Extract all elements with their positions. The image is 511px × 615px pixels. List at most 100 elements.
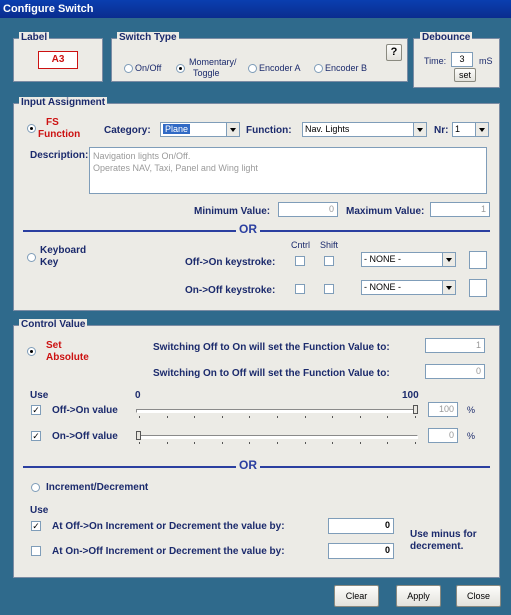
slider-tick	[305, 442, 306, 444]
slider-track	[136, 435, 418, 439]
label-toggle: Toggle	[193, 68, 220, 78]
radio-set-absolute[interactable]	[27, 347, 36, 356]
use-label-2: Use	[30, 505, 49, 516]
nr-select[interactable]: 1	[452, 122, 489, 137]
description-field[interactable]: Navigation lights On/Off. Operates NAV, …	[89, 147, 487, 194]
or-label-2: OR	[236, 458, 260, 472]
on-off-set-input[interactable]: 0	[425, 364, 485, 379]
maximum-value-input[interactable]: 1	[430, 202, 490, 217]
close-button[interactable]: Close	[456, 585, 501, 607]
on-off-keystroke-label: On->Off keystroke:	[185, 285, 276, 296]
off-on-shift-checkbox[interactable]	[324, 256, 334, 266]
off-on-keystroke-label: Off->On keystroke:	[185, 257, 276, 268]
inc-off-on-checkbox[interactable]: ✓	[31, 521, 41, 531]
on-off-value-slider[interactable]	[136, 428, 418, 446]
slider-tick	[194, 442, 195, 444]
increment-label: Increment/Decrement	[46, 482, 149, 493]
control-value-title: Control Value	[19, 319, 88, 330]
inc-off-on-input[interactable]: 0	[328, 518, 394, 534]
apply-button[interactable]: Apply	[396, 585, 441, 607]
description-line-2: Operates NAV, Taxi, Panel and Wing light	[93, 163, 258, 173]
percent-label-2: %	[467, 431, 476, 441]
or-label-1: OR	[236, 222, 260, 236]
slider-tick	[305, 416, 306, 418]
function-label: Function:	[246, 125, 292, 136]
category-value: Plane	[163, 124, 191, 134]
radio-on-off[interactable]	[124, 64, 133, 73]
description-label: Description:	[30, 150, 89, 161]
label-value-field[interactable]: A3	[38, 51, 78, 69]
off-on-value-label: Off->On value	[52, 405, 118, 416]
slider-tick	[360, 442, 361, 444]
on-off-set-label: Switching On to Off will set the Functio…	[153, 368, 390, 379]
cntrl-label: Cntrl	[291, 240, 311, 250]
category-select[interactable]: Plane	[160, 122, 240, 137]
radio-encoder-b[interactable]	[314, 64, 323, 73]
debounce-time-input[interactable]: 3	[451, 52, 473, 67]
off-on-value-slider[interactable]	[136, 402, 418, 420]
window-title: Configure Switch	[3, 3, 94, 15]
radio-encoder-a[interactable]	[248, 64, 257, 73]
debounce-set-button[interactable]: set	[454, 68, 476, 82]
slider-tick	[387, 442, 388, 444]
off-on-cntrl-checkbox[interactable]	[295, 256, 305, 266]
slider-tick	[332, 442, 333, 444]
apply-button-label: Apply	[407, 591, 430, 601]
chevron-down-icon	[442, 253, 455, 266]
on-off-value: 0	[448, 430, 454, 440]
set-label: Set	[46, 340, 62, 351]
on-off-shift-checkbox[interactable]	[324, 284, 334, 294]
off-on-key-select[interactable]: - NONE -	[361, 252, 456, 267]
off-on-set-label: Switching Off to On will set the Functio…	[153, 342, 390, 353]
slider-tick	[415, 442, 416, 444]
debounce-time-value: 3	[459, 54, 465, 64]
clear-button[interactable]: Clear	[334, 585, 379, 607]
debounce-time-label: Time:	[424, 56, 447, 66]
function-select[interactable]: Nav. Lights	[302, 122, 427, 137]
on-off-value-input[interactable]: 0	[428, 428, 458, 443]
on-off-set-value: 0	[475, 366, 481, 376]
scale-min-label: 0	[135, 390, 141, 401]
on-off-cntrl-checkbox[interactable]	[295, 284, 305, 294]
title-bar: Configure Switch	[0, 0, 511, 18]
off-on-value-input[interactable]: 100	[428, 402, 458, 417]
off-on-key-preview	[469, 251, 487, 269]
slider-tick	[249, 442, 250, 444]
slider-tick	[167, 416, 168, 418]
nr-label: Nr:	[434, 125, 449, 136]
function-label-red: Function	[38, 129, 81, 140]
chevron-down-icon	[413, 123, 426, 136]
inc-on-off-input[interactable]: 0	[328, 543, 394, 559]
slider-tick	[167, 442, 168, 444]
slider-tick	[222, 442, 223, 444]
inc-off-on-label: At Off->On Increment or Decrement the va…	[52, 521, 285, 532]
absolute-label: Absolute	[46, 352, 89, 363]
on-off-key-select[interactable]: - NONE -	[361, 280, 456, 295]
off-on-set-input[interactable]: 1	[425, 338, 485, 353]
radio-momentary-toggle[interactable]	[176, 64, 185, 73]
off-on-value-checkbox[interactable]: ✓	[31, 405, 41, 415]
clear-button-label: Clear	[345, 591, 368, 601]
label-encoder-a: Encoder A	[259, 63, 301, 73]
slider-track	[136, 409, 418, 413]
maximum-value: 1	[480, 204, 486, 214]
inc-on-off-value: 0	[384, 545, 390, 555]
on-off-value-checkbox[interactable]: ✓	[31, 431, 41, 441]
radio-keyboard-key[interactable]	[27, 253, 36, 262]
switch-type-group	[111, 38, 408, 82]
slider-tick	[222, 416, 223, 418]
fs-label: FS	[46, 117, 59, 128]
slider-thumb[interactable]	[413, 405, 418, 414]
slider-thumb[interactable]	[136, 431, 141, 440]
help-button-label: ?	[390, 46, 398, 58]
on-off-key-value: - NONE -	[364, 282, 401, 292]
inc-on-off-checkbox[interactable]	[31, 546, 41, 556]
radio-fs-function[interactable]	[27, 124, 36, 133]
help-button[interactable]: ?	[386, 44, 402, 61]
slider-tick	[194, 416, 195, 418]
slider-tick	[249, 416, 250, 418]
slider-tick	[277, 416, 278, 418]
minimum-value-input[interactable]: 0	[278, 202, 338, 217]
slider-tick	[415, 416, 416, 418]
radio-increment-decrement[interactable]	[31, 483, 40, 492]
